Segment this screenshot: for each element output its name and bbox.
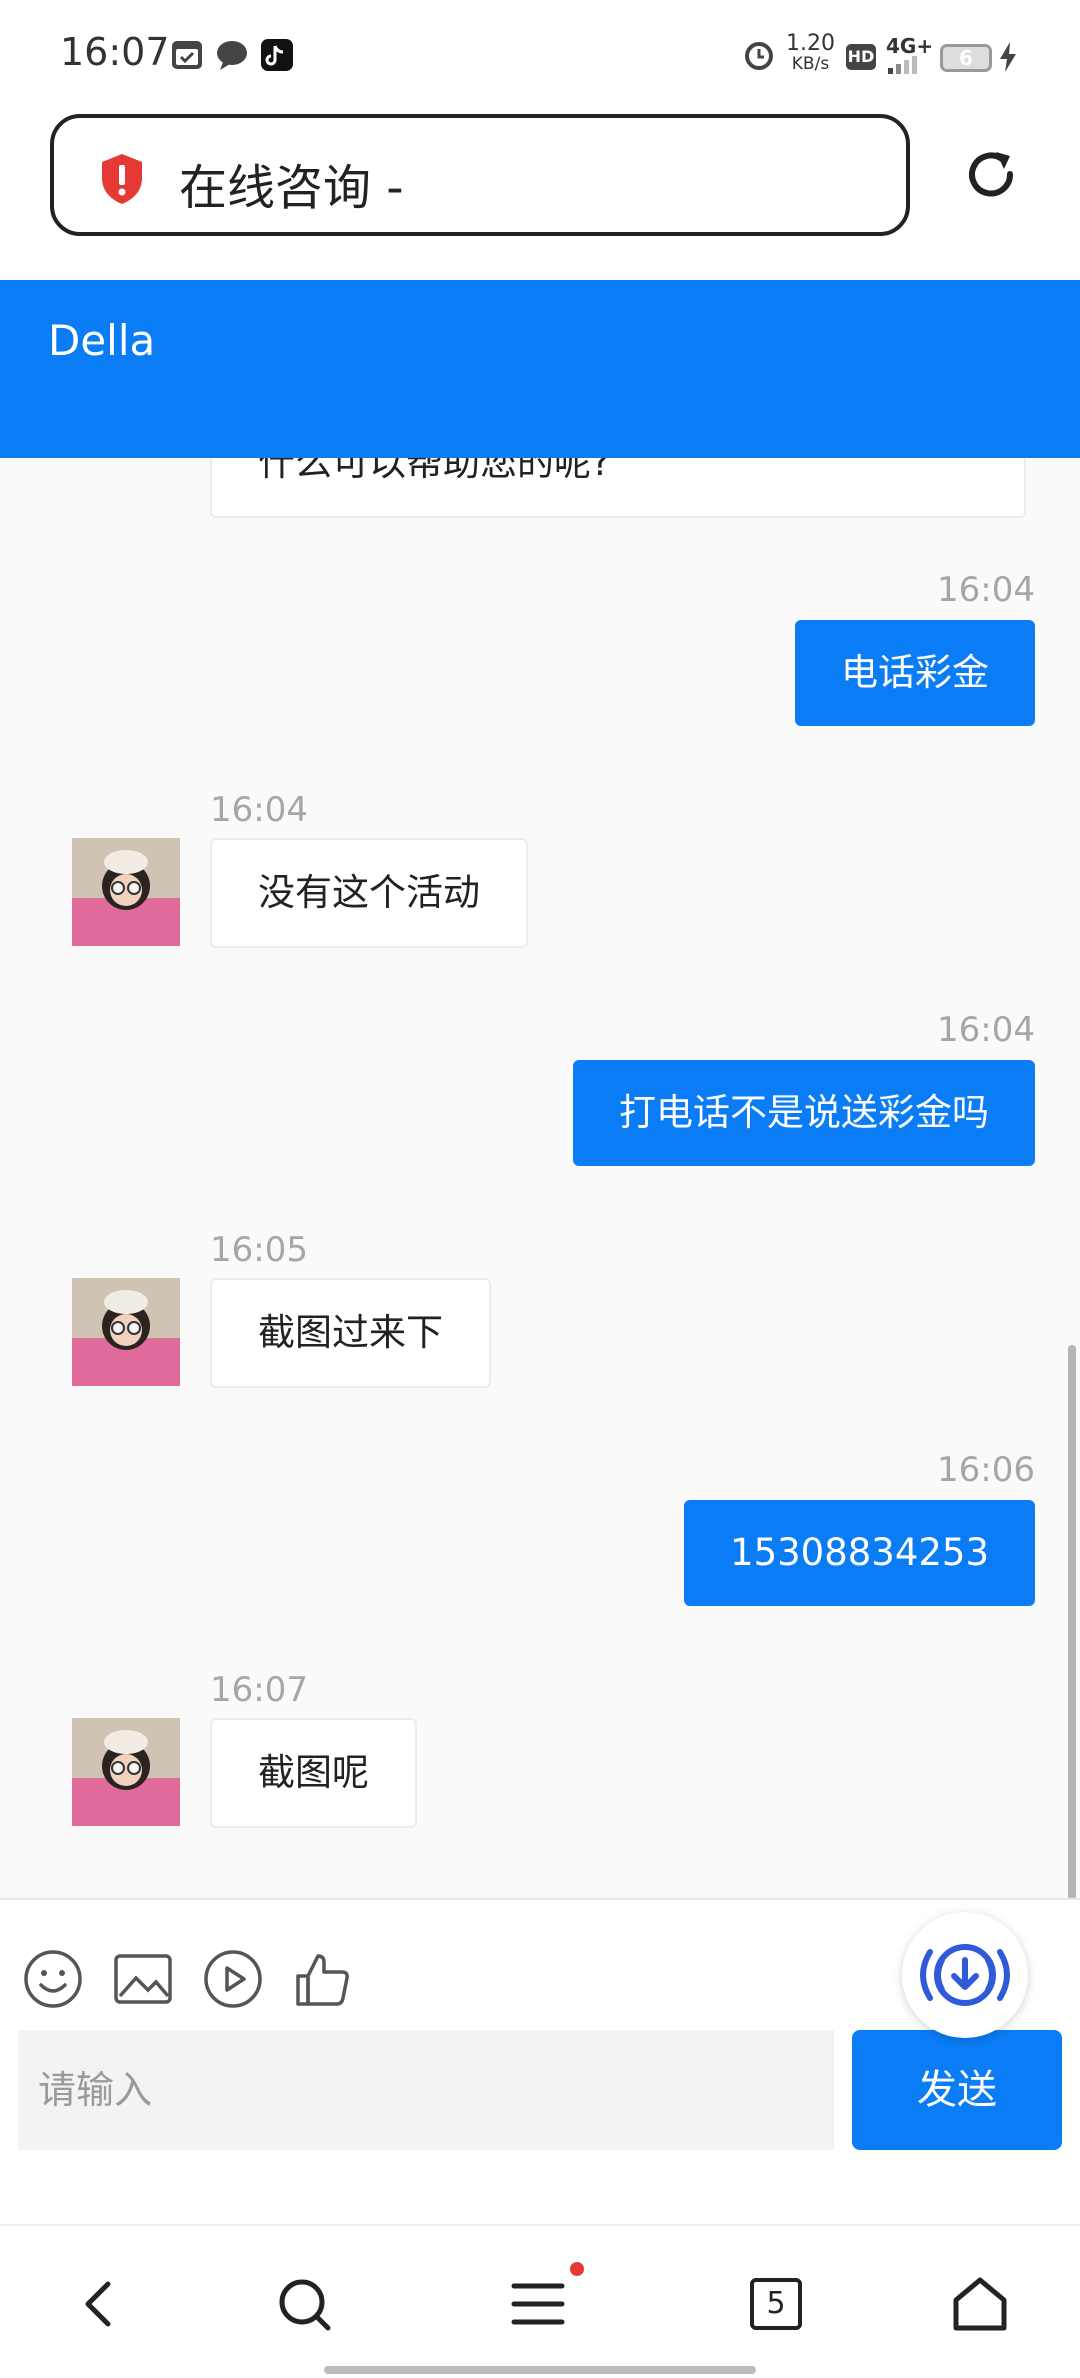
message-icon — [217, 41, 247, 70]
message-time: 16:04 — [937, 1010, 1035, 1050]
message-bubble-user: 电话彩金 — [795, 620, 1035, 726]
message-bubble-user: 15308834253 — [684, 1500, 1035, 1606]
thumbs-up-icon[interactable] — [292, 1948, 354, 2010]
message-bubble-user: 打电话不是说送彩金吗 — [573, 1060, 1035, 1166]
gesture-bar — [324, 2366, 756, 2374]
agent-avatar — [72, 1718, 180, 1826]
message-time: 16:04 — [210, 790, 308, 830]
menu-icon — [511, 2283, 565, 2325]
message-bubble-agent: 截图呢 — [210, 1718, 417, 1828]
message-time: 16:04 — [937, 570, 1035, 610]
chat-header: Della — [0, 280, 1080, 458]
agent-avatar — [72, 838, 180, 946]
message-time: 16:06 — [937, 1450, 1035, 1490]
status-bar: 16:07 1.20 KB/s HD 4G+ 6 — [0, 0, 1080, 110]
battery-indicator: 6 — [940, 44, 992, 72]
message-input[interactable] — [18, 2030, 834, 2150]
image-icon[interactable] — [112, 1948, 174, 2010]
charging-icon — [1000, 42, 1016, 72]
net-speed-value: 1.20 — [786, 31, 835, 56]
shield-warning-icon — [102, 154, 142, 204]
message-time: 16:07 — [210, 1670, 308, 1710]
message-time: 16:05 — [210, 1230, 308, 1270]
signal-icon — [888, 56, 917, 74]
message-list[interactable]: 什么可以帮助您的呢? 16:04 电话彩金 16:04 没有这个活动 16:04… — [0, 458, 1080, 1898]
message-bubble-partial: 什么可以帮助您的呢? — [210, 458, 1026, 518]
address-bar[interactable]: 在线咨询 - — [50, 114, 910, 236]
emoji-icon[interactable] — [22, 1948, 84, 2010]
alarm-icon — [745, 42, 773, 70]
search-icon[interactable] — [272, 2272, 336, 2336]
video-icon[interactable] — [202, 1948, 264, 2010]
agent-avatar — [72, 1278, 180, 1386]
home-icon[interactable] — [948, 2272, 1012, 2336]
back-icon[interactable] — [68, 2272, 132, 2336]
download-radio-icon — [920, 1944, 1010, 2006]
signal-label: 4G+ — [886, 34, 934, 58]
tabs-count: 5 — [750, 2278, 802, 2330]
tabs-button[interactable]: 5 — [744, 2272, 808, 2336]
page-title: 在线咨询 - — [179, 160, 404, 216]
message-bubble-agent: 没有这个活动 — [210, 838, 528, 948]
composer: 发送 — [0, 1898, 1080, 2226]
tiktok-icon — [261, 39, 293, 71]
scrollbar[interactable] — [1068, 1345, 1076, 1900]
net-speed-unit: KB/s — [791, 54, 830, 74]
status-time: 16:07 — [60, 30, 170, 74]
menu-button[interactable] — [506, 2262, 584, 2336]
message-bubble-agent: 截图过来下 — [210, 1278, 491, 1388]
browser-bar: 在线咨询 - — [0, 110, 1080, 280]
send-button[interactable]: 发送 — [852, 2030, 1062, 2150]
calendar-icon — [172, 41, 202, 69]
agent-name: Della — [48, 316, 156, 365]
hd-badge: HD — [846, 44, 876, 70]
reload-icon[interactable] — [964, 148, 1020, 204]
notification-dot — [570, 2262, 584, 2276]
browser-nav-bar: 5 — [0, 2224, 1080, 2378]
voice-button[interactable] — [902, 1912, 1028, 2038]
